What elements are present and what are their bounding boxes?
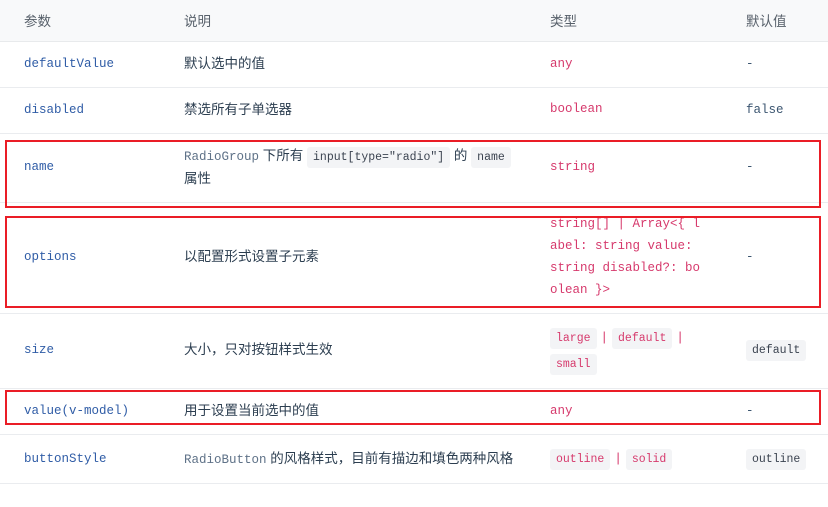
param-default: -	[718, 202, 828, 314]
table-body: defaultValue 默认选中的值 any - disabled 禁选所有子单选器 bo…	[0, 41, 828, 485]
param-type: large | default |small	[540, 313, 718, 390]
param-type: any	[540, 388, 718, 435]
default-chip: outline	[746, 448, 807, 470]
api-props-table: 参数 说明 类型 默认值 defaultValue 默认选中的值 any - disab…	[0, 0, 828, 485]
column-header-param: 参数	[0, 0, 176, 42]
column-header-default: 默认值	[718, 0, 828, 42]
column-header-type: 类型	[540, 0, 718, 42]
param-name: defaultValue	[0, 41, 176, 88]
param-type: boolean	[540, 87, 718, 134]
param-type: any	[540, 41, 718, 88]
description-text: 属性	[184, 171, 211, 187]
param-name: options	[0, 202, 176, 314]
param-type: string	[540, 133, 718, 204]
param-name: buttonStyle	[0, 434, 176, 485]
description-text: 的	[450, 147, 472, 163]
type-separator: |	[600, 330, 609, 345]
inline-code: RadioGroup	[184, 149, 260, 164]
param-description: 用于设置当前选中的值	[176, 388, 540, 435]
param-description: RadioGroup 下所有 input[type="radio"] 的 nam…	[176, 133, 540, 204]
code-chip: name	[471, 146, 511, 169]
type-separator: |	[676, 330, 684, 345]
param-default: default	[718, 313, 828, 390]
inline-code: RadioButton	[184, 452, 267, 467]
table-row: buttonStyle RadioButton 的风格样式，目前有描边和填色两种风…	[0, 434, 828, 485]
type-chip: outline	[550, 449, 611, 471]
code-chip: input[type="radio"]	[307, 146, 451, 169]
param-description: 默认选中的值	[176, 41, 540, 88]
table-row: size 大小，只对按钮样式生效 large | default |small defaul…	[0, 313, 828, 390]
type-chip: small	[550, 353, 597, 376]
table-header-row: 参数 说明 类型 默认值	[0, 0, 828, 42]
param-name: disabled	[0, 87, 176, 134]
param-default: outline	[718, 434, 828, 485]
param-description: 禁选所有子单选器	[176, 87, 540, 134]
param-default: -	[718, 41, 828, 88]
param-name: size	[0, 313, 176, 390]
param-default: -	[718, 388, 828, 435]
default-chip: default	[746, 340, 807, 362]
param-description: RadioButton 的风格样式，目前有描边和填色两种风格	[176, 434, 540, 485]
type-separator: |	[614, 452, 622, 466]
param-name: name	[0, 133, 176, 204]
table-row: defaultValue 默认选中的值 any -	[0, 41, 828, 88]
param-description: 大小，只对按钮样式生效	[176, 313, 540, 390]
type-chip: solid	[625, 449, 673, 471]
table-row: name RadioGroup 下所有 input[type="radio"] 的…	[0, 133, 828, 204]
table-header: 参数 说明 类型 默认值	[0, 0, 828, 42]
description-text: 下所有	[259, 147, 308, 163]
column-header-desc: 说明	[176, 0, 540, 42]
param-description: 以配置形式设置子元素	[176, 202, 540, 314]
table-row: options 以配置形式设置子元素 string[] | Array<{ labe…	[0, 202, 828, 314]
param-type: outline | solid	[540, 434, 718, 485]
table-row: value(v-model) 用于设置当前选中的值 any -	[0, 388, 828, 435]
param-default: false	[718, 87, 828, 134]
type-chip: default	[612, 327, 673, 349]
param-default: -	[718, 133, 828, 204]
table-row: disabled 禁选所有子单选器 boolean false	[0, 87, 828, 134]
description-text: 的风格样式，目前有描边和填色两种风格	[266, 450, 514, 466]
param-type: string[] | Array<{ label: string value: …	[540, 202, 718, 314]
param-name: value(v-model)	[0, 388, 176, 435]
type-chip: large	[550, 327, 597, 349]
